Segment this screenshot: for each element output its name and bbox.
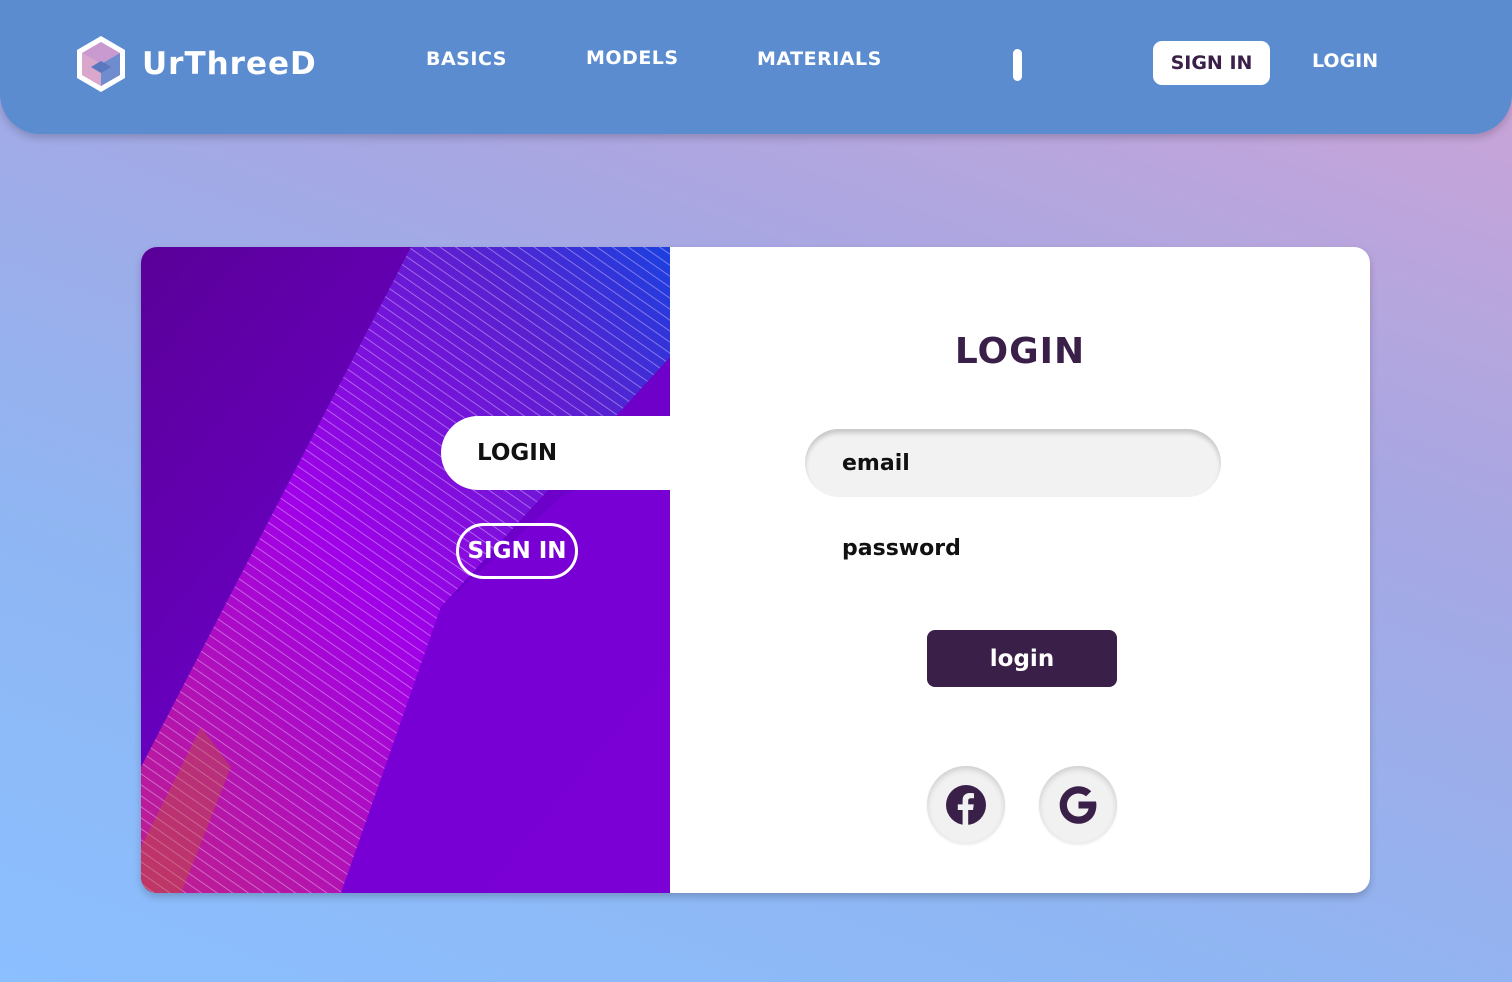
logo-cube-icon (74, 34, 128, 94)
facebook-login-button[interactable] (927, 766, 1005, 844)
google-icon (1057, 784, 1099, 826)
brand-name: UrThreeD (142, 46, 317, 82)
header-signin-button[interactable]: SIGN IN (1153, 41, 1270, 85)
form-title: LOGIN (954, 331, 1086, 372)
login-button[interactable]: login (927, 630, 1117, 687)
tab-signin[interactable]: SIGN IN (456, 523, 578, 579)
brand[interactable]: UrThreeD (74, 34, 317, 94)
decorative-artwork (141, 247, 670, 893)
header-login-button[interactable]: LOGIN (1312, 50, 1378, 72)
nav-link-materials[interactable]: MATERIALS (757, 48, 882, 70)
nav-link-basics[interactable]: BASICS (426, 48, 507, 70)
top-nav-bar: UrThreeD BASICS MODELS MATERIALS SIGN IN… (0, 0, 1512, 134)
nav-link-models[interactable]: MODELS (586, 47, 679, 69)
auth-card: LOGIN SIGN IN LOGIN login (141, 247, 1370, 893)
google-login-button[interactable] (1039, 766, 1117, 844)
password-field[interactable] (805, 517, 1221, 579)
email-field[interactable] (805, 429, 1221, 497)
facebook-icon (945, 784, 987, 826)
tab-login[interactable]: LOGIN (441, 416, 681, 490)
nav-divider (1013, 49, 1022, 81)
